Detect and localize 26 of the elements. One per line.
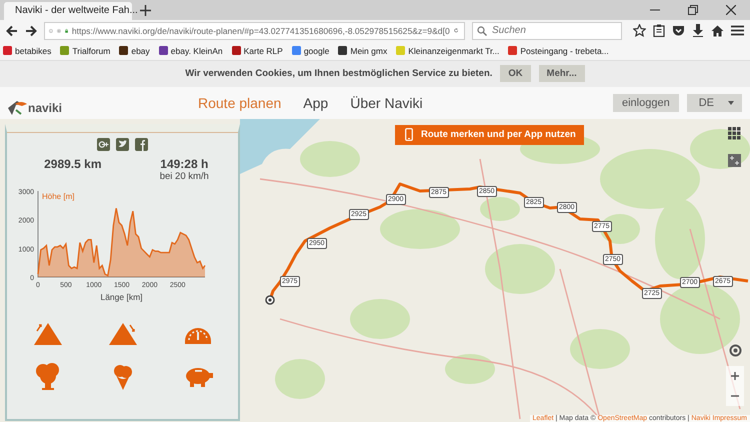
bookmark-item[interactable]: Mein gmx [338, 46, 388, 56]
search-field[interactable]: Suchen [472, 22, 622, 40]
nav-link[interactable]: App [303, 94, 328, 111]
series-label: Höhe [m] [42, 192, 74, 201]
bookmark-item[interactable]: betabikes [3, 46, 52, 56]
logo-text: naviki [28, 101, 62, 116]
language-dropdown[interactable]: DE [686, 94, 742, 112]
x-axis-label: Länge [km] [100, 292, 143, 302]
nav-link[interactable]: Über Naviki [350, 94, 423, 111]
login-button[interactable]: einloggen [613, 94, 679, 112]
bookmark-item[interactable]: ebay. KleinAn [158, 46, 223, 56]
cookie-notice: Wir verwenden Cookies, um Ihnen bestmöglichen Service zu bieten. [185, 68, 492, 80]
cookie-button[interactable]: OK [500, 65, 531, 82]
bookmark-item[interactable]: google [292, 46, 330, 56]
cookie-button[interactable]: Mehr... [538, 65, 585, 82]
bookmark-item[interactable]: Karte RLP [232, 46, 283, 56]
duration-value: 149:28 h [160, 156, 208, 171]
tab-title: Naviki - der weltweite Fah... [15, 5, 138, 16]
address-bar[interactable]: https://www.naviki.org/de/naviki/route-planen/#p=43.027741351680696,-8.052978515625&z=9&d[0 [44, 22, 465, 40]
speed-note: bei 20 km/h [160, 170, 209, 182]
bookmark-item[interactable]: Trialforum [60, 46, 110, 56]
bookmark-item[interactable]: Kleinanzeigenmarkt Tr... [396, 46, 500, 56]
bookmark-item[interactable]: Posteingang - trebeta... [508, 46, 609, 56]
distance-value: 2989.5 km [44, 156, 102, 171]
bookmark-item[interactable]: ebay [119, 46, 150, 56]
url-text: https://www.naviki.org/de/naviki/route-planen/#p=43.027741351680696,-8.052978515625&z=9&d[0 [72, 26, 450, 36]
